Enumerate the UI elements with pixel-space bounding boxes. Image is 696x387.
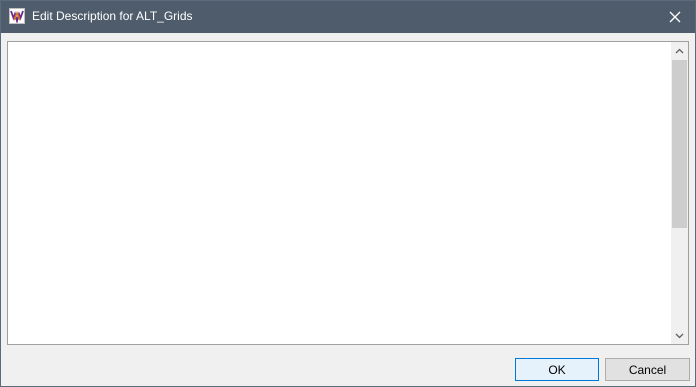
title-bar[interactable]: Edit Description for ALT_Grids	[1, 1, 695, 33]
chevron-down-icon	[675, 333, 684, 339]
scroll-thumb[interactable]	[672, 60, 687, 228]
scroll-up-button[interactable]	[671, 42, 688, 59]
description-input[interactable]	[8, 42, 673, 344]
app-logo-icon	[9, 8, 25, 25]
scroll-down-button[interactable]	[671, 327, 688, 344]
window-title: Edit Description for ALT_Grids	[32, 9, 193, 23]
cancel-button[interactable]: Cancel	[605, 358, 690, 381]
ok-button[interactable]: OK	[515, 358, 599, 381]
edit-description-dialog: Edit Description for ALT_Grids OK Cancel	[0, 0, 696, 387]
chevron-up-icon	[675, 48, 684, 54]
close-button[interactable]	[655, 1, 695, 33]
close-icon	[669, 11, 681, 23]
vertical-scrollbar[interactable]	[671, 42, 688, 344]
description-text-area[interactable]	[7, 41, 689, 345]
